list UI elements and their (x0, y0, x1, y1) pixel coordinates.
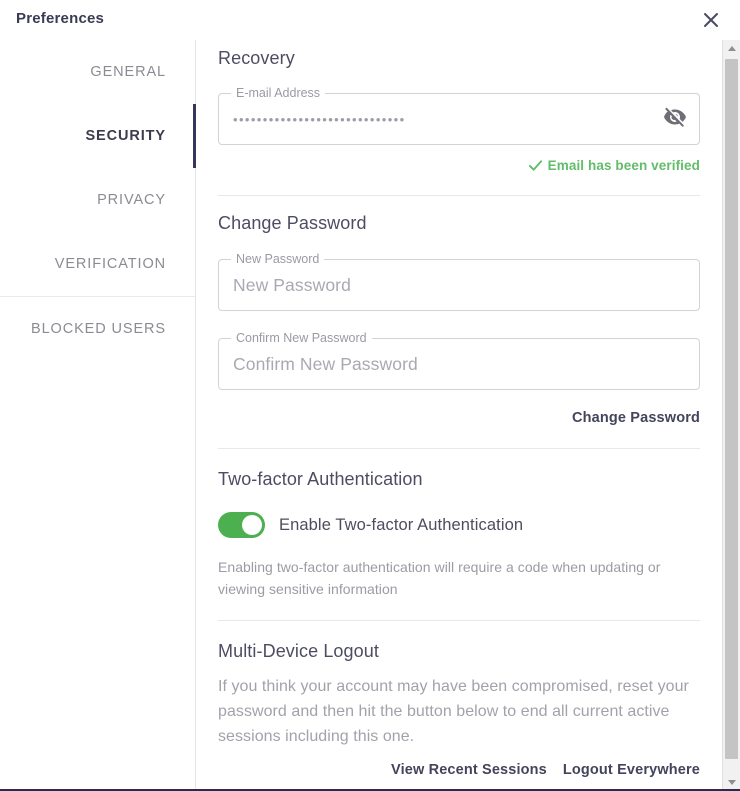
multi-device-logout-heading: Multi-Device Logout (218, 641, 379, 661)
two-factor-help-text: Enabling two-factor authentication will … (218, 559, 661, 597)
caret-up-icon (727, 46, 736, 51)
scrollbar-thumb[interactable] (725, 59, 738, 759)
scroll-down-button[interactable] (723, 774, 740, 789)
page-title: Preferences (16, 10, 105, 27)
multi-device-logout-body: If you think your account may have been … (218, 678, 689, 745)
dialog-titlebar: Preferences (0, 0, 740, 40)
email-field-label: E-mail Address (231, 86, 326, 100)
change-password-button[interactable]: Change Password (572, 410, 700, 426)
email-field-value: ••••••••••••••••••••••••••••• (233, 111, 406, 127)
toggle-knob (242, 515, 262, 535)
change-password-heading: Change Password (218, 213, 367, 233)
two-factor-heading: Two-factor Authentication (218, 469, 423, 489)
new-password-placeholder: New Password (233, 274, 351, 295)
vertical-scrollbar[interactable] (722, 40, 740, 789)
sidebar-item-general[interactable]: GENERAL (0, 40, 195, 104)
sidebar-item-label: SECURITY (85, 128, 166, 144)
sidebar-item-label: GENERAL (90, 64, 166, 80)
new-password-field[interactable]: New Password New Password (218, 252, 700, 311)
sidebar-item-blocked-users[interactable]: BLOCKED USERS (0, 296, 195, 360)
two-factor-toggle-row: Enable Two-factor Authentication (218, 512, 700, 538)
confirm-password-field-label: Confirm New Password (231, 331, 372, 345)
close-icon (701, 10, 721, 30)
email-field[interactable]: E-mail Address •••••••••••••••••••••••••… (218, 86, 700, 145)
sidebar-item-label: VERIFICATION (54, 256, 166, 272)
recovery-heading: Recovery (218, 48, 295, 68)
sidebar-item-privacy[interactable]: PRIVACY (0, 168, 195, 232)
sidebar-item-label: PRIVACY (97, 192, 166, 208)
eye-off-icon (663, 105, 687, 134)
logout-everywhere-button[interactable]: Logout Everywhere (563, 762, 700, 778)
sidebar-item-label: BLOCKED USERS (31, 320, 166, 337)
security-panel: Recovery E-mail Address ••••••••••••••••… (197, 40, 722, 789)
preferences-dialog: Preferences GENERAL SECURITY PRIVACY VER… (0, 0, 740, 791)
confirm-password-field[interactable]: Confirm New Password Confirm New Passwor… (218, 331, 700, 390)
sidebar-item-verification[interactable]: VERIFICATION (0, 232, 195, 296)
confirm-password-placeholder: Confirm New Password (233, 353, 418, 374)
email-verified-label: Email has been verified (547, 158, 700, 173)
two-factor-toggle[interactable] (218, 512, 265, 538)
view-recent-sessions-button[interactable]: View Recent Sessions (391, 762, 547, 778)
toggle-email-visibility-button[interactable] (651, 105, 699, 134)
multi-device-logout-actions: View Recent Sessions Logout Everywhere (218, 762, 700, 778)
caret-down-icon (727, 780, 736, 785)
sidebar-item-security[interactable]: SECURITY (0, 104, 196, 168)
new-password-field-label: New Password (231, 252, 325, 266)
dialog-body: GENERAL SECURITY PRIVACY VERIFICATION BL… (0, 40, 740, 789)
scroll-up-button[interactable] (723, 40, 740, 57)
settings-sidebar: GENERAL SECURITY PRIVACY VERIFICATION BL… (0, 40, 196, 789)
close-button[interactable] (696, 5, 726, 35)
email-verified-status: Email has been verified (218, 158, 700, 173)
check-icon (528, 158, 543, 173)
change-password-actions: Change Password (218, 410, 700, 426)
two-factor-toggle-label: Enable Two-factor Authentication (279, 515, 524, 534)
